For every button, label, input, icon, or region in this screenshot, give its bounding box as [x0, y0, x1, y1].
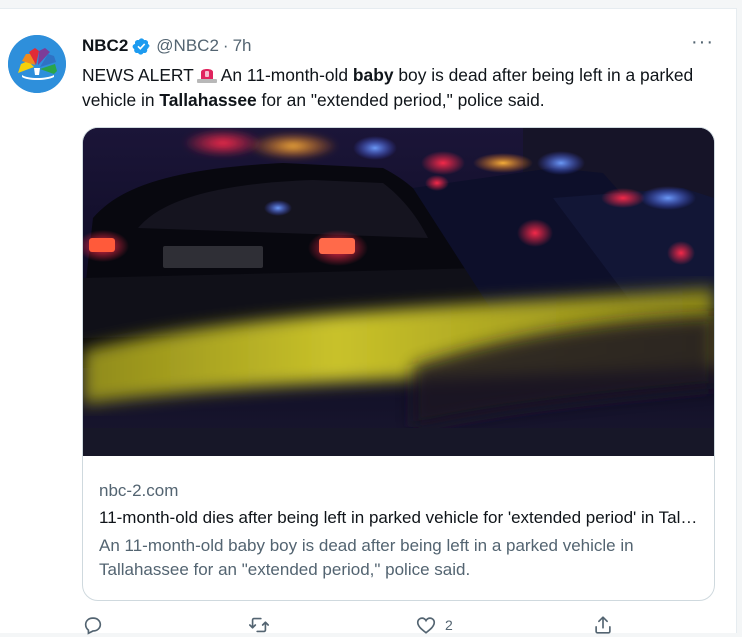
- card-meta: nbc-2.com 11-month-old dies after being …: [99, 465, 699, 582]
- police-siren-emoji: [196, 69, 217, 83]
- text-bold-baby: baby: [352, 65, 394, 85]
- text-part-2: An 11-month-old: [220, 65, 349, 85]
- reply-button[interactable]: [82, 613, 104, 637]
- text-bold-tallahassee: Tallahassee: [159, 90, 257, 110]
- like-icon: [416, 617, 436, 634]
- tweet-timestamp[interactable]: 7h: [233, 36, 252, 56]
- text-part-1: NEWS ALERT: [82, 65, 194, 85]
- tweet-text: NEWS ALERT An 11-month-old baby boy is d…: [82, 63, 712, 113]
- author-name[interactable]: NBC2: [82, 36, 128, 56]
- police-scene-photo: [83, 128, 714, 456]
- card-image[interactable]: [83, 128, 714, 456]
- verified-badge-icon: [132, 37, 150, 55]
- like-count: 2: [445, 617, 453, 633]
- text-part-4: for an "extended period," police said.: [261, 90, 545, 110]
- share-button[interactable]: [592, 613, 614, 637]
- more-icon[interactable]: ···: [691, 32, 714, 52]
- card-description: An 11-month-old baby boy is dead after b…: [99, 536, 634, 579]
- nbc-peacock-logo: [8, 35, 66, 93]
- retweet-button[interactable]: [248, 613, 270, 637]
- card-domain: nbc-2.com: [99, 481, 179, 500]
- tweet[interactable]: NBC2 @NBC2 · 7h ··· NEWS ALERT An 11-mon…: [0, 8, 737, 635]
- link-card[interactable]: nbc-2.com 11-month-old dies after being …: [82, 127, 715, 601]
- separator-dot: ·: [222, 36, 229, 55]
- avatar[interactable]: [8, 35, 66, 93]
- tweet-actions: 2: [82, 613, 622, 637]
- author-handle[interactable]: @NBC2: [156, 36, 219, 56]
- like-button[interactable]: 2: [415, 613, 453, 637]
- reply-icon: [84, 617, 102, 635]
- card-title[interactable]: 11-month-old dies after being left in pa…: [99, 506, 699, 530]
- share-icon: [595, 616, 611, 634]
- retweet-icon: [249, 617, 269, 633]
- tweet-header: NBC2 @NBC2 · 7h: [82, 34, 252, 58]
